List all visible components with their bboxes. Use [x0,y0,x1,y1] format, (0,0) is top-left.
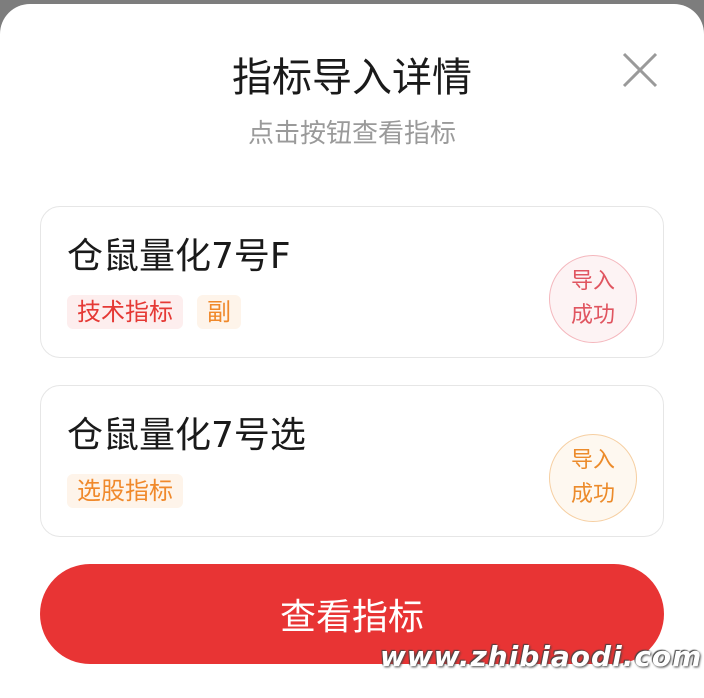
indicator-card: 仓鼠量化7号F 技术指标 副 导入 成功 [40,206,664,358]
indicator-name: 仓鼠量化7号选 [67,415,306,456]
tag-technical-indicator: 技术指标 [67,295,183,329]
dialog-subtitle: 点击按钮查看指标 [247,119,456,149]
close-button[interactable] [616,46,664,94]
import-success-stamp: 导入 成功 [549,434,637,522]
indicator-tags: 选股指标 [67,474,183,508]
close-icon [622,52,658,88]
import-success-stamp: 导入 成功 [549,255,637,343]
stamp-line2: 成功 [570,482,615,507]
indicator-card: 仓鼠量化7号选 选股指标 导入 成功 [40,385,664,537]
stamp-line1: 导入 [570,448,615,473]
stamp-line2: 成功 [570,303,615,328]
tag-sub-chart: 副 [197,295,241,329]
import-detail-dialog: 指标导入详情 点击按钮查看指标 仓鼠量化7号F 技术指标 副 导入 成功 仓鼠量… [0,4,704,698]
watermark-text: www.zhibiaodi.com [380,640,703,673]
indicator-tags: 技术指标 副 [67,295,241,329]
stamp-line1: 导入 [570,269,615,294]
dialog-title: 指标导入详情 [232,55,472,101]
tag-stock-selection-indicator: 选股指标 [67,474,183,508]
indicator-name: 仓鼠量化7号F [67,236,291,277]
